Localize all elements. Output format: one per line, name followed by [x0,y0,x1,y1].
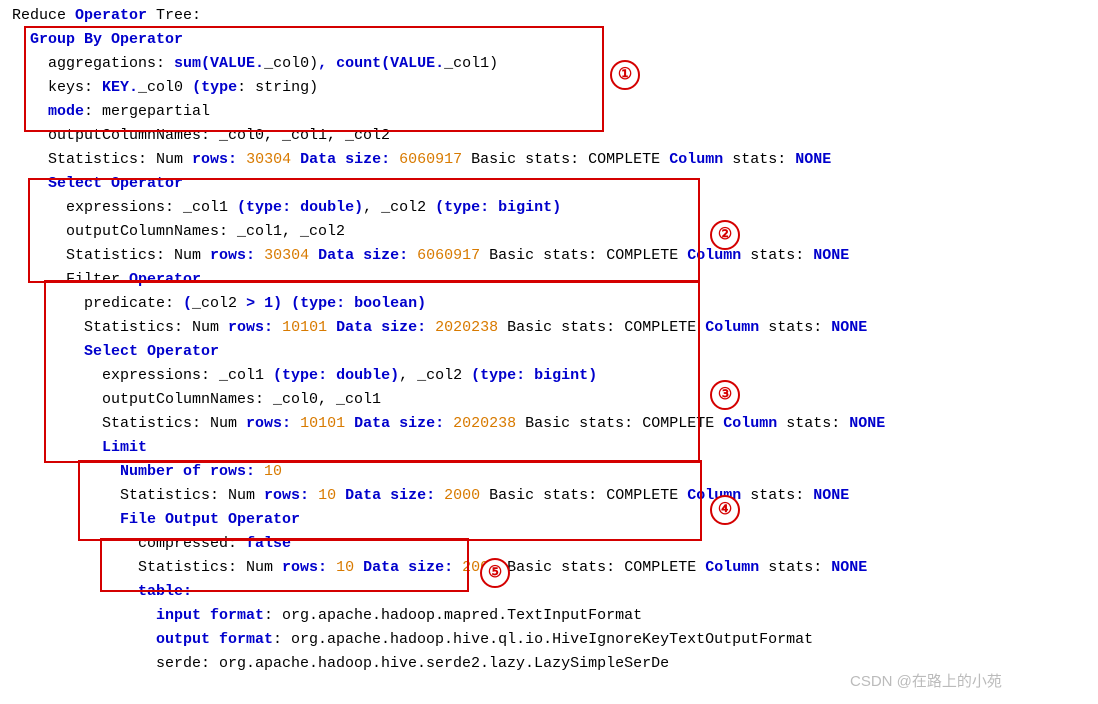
fileout-table: table: [12,580,1086,604]
select2-out: outputColumnNames: _col0, _col1 [12,388,1086,412]
select1-stats: Statistics: Num rows: 30304 Data size: 6… [12,244,1086,268]
groupby-keys: keys: KEY._col0 (type: string) [12,76,1086,100]
fileout-inputfmt: input format: org.apache.hadoop.mapred.T… [12,604,1086,628]
select2-expr: expressions: _col1 (type: double), _col2… [12,364,1086,388]
filter-stats: Statistics: Num rows: 10101 Data size: 2… [12,316,1086,340]
limit-stats: Statistics: Num rows: 10 Data size: 2000… [12,484,1086,508]
limit-title: Limit [12,436,1086,460]
select1-title: Select Operator [12,172,1086,196]
limit-numrows: Number of rows: 10 [12,460,1086,484]
select1-out: outputColumnNames: _col1, _col2 [12,220,1086,244]
operator-tree: Reduce Operator Tree: Group By Operator … [12,4,1086,676]
groupby-title: Group By Operator [12,28,1086,52]
filter-title: Filter Operator [12,268,1086,292]
groupby-mode: mode: mergepartial [12,100,1086,124]
groupby-stats: Statistics: Num rows: 30304 Data size: 6… [12,148,1086,172]
fileout-stats: Statistics: Num rows: 10 Data size: 2000… [12,556,1086,580]
header-line: Reduce Operator Tree: [12,4,1086,28]
groupby-agg: aggregations: sum(VALUE._col0), count(VA… [12,52,1086,76]
fileout-outputfmt: output format: org.apache.hadoop.hive.ql… [12,628,1086,652]
groupby-out: outputColumnNames: _col0, _col1, _col2 [12,124,1086,148]
select2-stats: Statistics: Num rows: 10101 Data size: 2… [12,412,1086,436]
fileout-compressed: compressed: false [12,532,1086,556]
select1-expr: expressions: _col1 (type: double), _col2… [12,196,1086,220]
fileout-title: File Output Operator [12,508,1086,532]
watermark: CSDN @在路上的小苑 [850,670,1002,694]
select2-title: Select Operator [12,340,1086,364]
filter-predicate: predicate: (_col2 > 1) (type: boolean) [12,292,1086,316]
operator-kw: Operator [75,7,147,24]
